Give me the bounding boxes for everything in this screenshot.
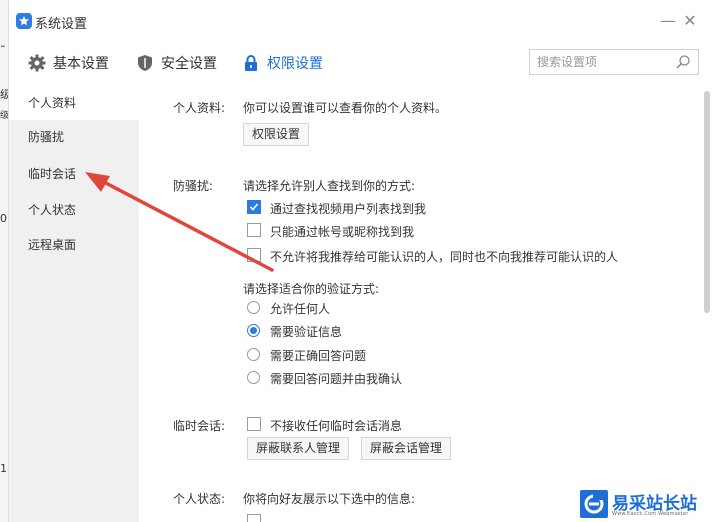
section-label-temp-session: 临时会话:	[173, 419, 226, 433]
settings-sidebar: 个人资料 防骚扰 临时会话 个人状态 远程桌面	[9, 86, 139, 522]
verify-option-radio[interactable]	[247, 301, 260, 314]
background-window-edge: ˜ 级 级 01 1	[0, 0, 14, 522]
find-method-prompt: 请选择允许别人查找到你的方式:	[243, 179, 416, 193]
scrollbar-thumb[interactable]	[704, 91, 710, 313]
tab-security-settings[interactable]: 安全设置	[135, 50, 217, 76]
settings-tabs: 基本设置 安全设置 权限设置	[9, 42, 714, 86]
find-option-checkbox[interactable]	[247, 200, 261, 214]
search-box[interactable]	[529, 49, 699, 75]
title-bar[interactable]: 系统设置 — ✕	[9, 0, 714, 42]
status-option-checkbox[interactable]	[247, 514, 261, 522]
blocked-sessions-button[interactable]: 屏蔽会话管理	[361, 437, 452, 460]
tab-permission-settings[interactable]: 权限设置	[241, 50, 323, 76]
blocked-contacts-button[interactable]: 屏蔽联系人管理	[247, 437, 350, 460]
section-label-status: 个人状态:	[173, 492, 226, 506]
tab-label: 安全设置	[161, 56, 217, 72]
search-icon[interactable]	[675, 54, 691, 73]
verify-option-radio[interactable]	[247, 324, 260, 337]
verify-method-prompt: 请选择适合你的验证方式:	[243, 282, 380, 296]
app-logo-icon	[16, 13, 32, 29]
permission-settings-button[interactable]: 权限设置	[243, 123, 310, 146]
section-label-profile: 个人资料:	[173, 101, 226, 115]
lock-icon	[241, 53, 261, 73]
section-label-anti-harass: 防骚扰:	[173, 179, 214, 193]
window-title: 系统设置	[35, 17, 88, 32]
gear-icon	[27, 53, 47, 73]
sidebar-item-status[interactable]: 个人状态	[9, 193, 139, 227]
watermark: 易采站长站 Www.Easck.Com Webmaster	[578, 488, 714, 522]
tab-label: 权限设置	[267, 56, 323, 72]
profile-description: 你可以设置谁可以查看你的个人资料。	[243, 101, 448, 115]
search-input[interactable]	[530, 50, 670, 74]
block-temp-session-label: 不接收任何临时会话消息	[270, 419, 403, 433]
verify-option-label: 允许任何人	[270, 302, 331, 316]
find-option-label: 不允许将我推荐给可能认识的人，同时也不向我推荐可能认识的人	[270, 250, 619, 264]
tab-label: 基本设置	[53, 56, 109, 72]
verify-option-label: 需要验证信息	[270, 325, 343, 339]
sidebar-item-anti-harass[interactable]: 防骚扰	[9, 120, 139, 154]
verify-option-radio[interactable]	[247, 371, 260, 384]
watermark-subtitle: Www.Easck.Com Webmaster	[612, 511, 689, 517]
sidebar-item-profile[interactable]: 个人资料	[9, 86, 139, 120]
shield-icon	[135, 53, 155, 73]
close-button[interactable]: ✕	[681, 12, 699, 30]
tab-basic-settings[interactable]: 基本设置	[27, 50, 109, 76]
edge-glyph: 1	[0, 462, 7, 475]
watermark-logo-icon	[580, 490, 608, 518]
verify-option-label: 需要正确回答问题	[270, 349, 367, 363]
minimize-button[interactable]: —	[659, 12, 677, 30]
edge-glyph: ˜	[0, 44, 6, 57]
settings-window: 系统设置 — ✕ 基本设置 安全设置 权限设置 搜索设置项 个人资料 防骚扰 临…	[8, 0, 714, 522]
find-option-label: 通过查找视频用户列表找到我	[270, 202, 427, 216]
block-temp-session-checkbox[interactable]	[247, 417, 261, 431]
status-description: 你将向好友展示以下选中的信息:	[243, 492, 416, 506]
sidebar-item-temp-session[interactable]: 临时会话	[9, 157, 139, 191]
verify-option-label: 需要回答问题并由我确认	[270, 372, 403, 386]
sidebar-item-remote-desktop[interactable]: 远程桌面	[9, 228, 139, 262]
verify-option-radio[interactable]	[247, 348, 260, 361]
content-scrollbar[interactable]	[699, 86, 714, 522]
find-option-label: 只能通过帐号或昵称找到我	[270, 225, 415, 239]
find-option-checkbox[interactable]	[247, 223, 261, 237]
find-option-checkbox[interactable]	[247, 248, 261, 262]
settings-content: 个人资料: 你可以设置谁可以查看你的个人资料。 权限设置 防骚扰: 请选择允许别…	[139, 86, 699, 522]
